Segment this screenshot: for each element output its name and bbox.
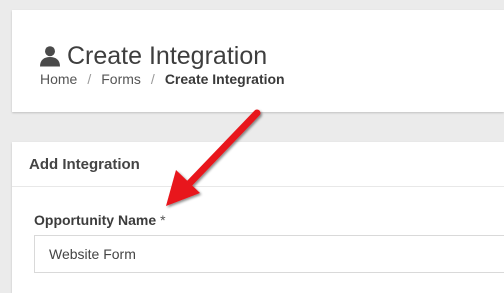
breadcrumb: Home / Forms / Create Integration xyxy=(40,71,285,87)
card-title: Add Integration xyxy=(29,156,140,173)
page-title-text: Create Integration xyxy=(67,41,268,70)
user-icon xyxy=(40,46,60,67)
card-divider xyxy=(12,186,504,187)
opportunity-name-label: Opportunity Name * xyxy=(34,212,166,228)
required-marker: * xyxy=(160,212,166,228)
breadcrumb-current: Create Integration xyxy=(164,71,285,87)
add-integration-card: Add Integration Opportunity Name * xyxy=(12,142,504,293)
breadcrumb-forms[interactable]: Forms xyxy=(101,71,141,87)
opportunity-name-input[interactable] xyxy=(34,235,504,273)
breadcrumb-separator: / xyxy=(150,71,155,87)
page-header: Create Integration Home / Forms / Create… xyxy=(12,10,504,112)
page-title: Create Integration xyxy=(39,39,267,73)
field-label-text: Opportunity Name xyxy=(34,212,157,228)
breadcrumb-separator: / xyxy=(87,71,92,87)
breadcrumb-home[interactable]: Home xyxy=(40,71,77,87)
